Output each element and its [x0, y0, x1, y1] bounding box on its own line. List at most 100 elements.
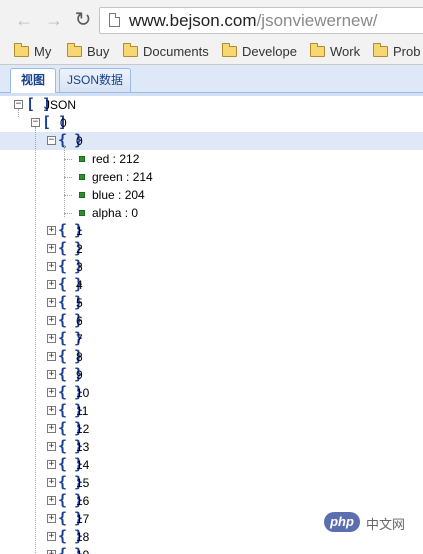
property-label: alpha : 0 [92, 206, 139, 220]
tree-node-object[interactable]: +{ } 14 [0, 456, 423, 474]
tree-node-object[interactable]: +{ } 6 [0, 312, 423, 330]
bookmark-label: Develope [242, 44, 297, 59]
tree-node-object[interactable]: +{ } 11 [0, 402, 423, 420]
address-bar[interactable]: www.bejson.com/jsonviewernew/ [99, 7, 423, 34]
node-label: 19 [76, 546, 89, 554]
bookmark-develope[interactable]: Develope [222, 42, 297, 62]
url-path: /jsonviewernew/ [256, 11, 378, 30]
expand-toggle-icon[interactable]: + [47, 316, 56, 325]
node-label: 5 [76, 296, 83, 310]
tab-view[interactable]: 视图 [10, 68, 56, 93]
folder-icon [123, 43, 138, 57]
tree-node-object[interactable]: +{ } 13 [0, 438, 423, 456]
expand-toggle-icon[interactable]: + [47, 550, 56, 554]
expand-toggle-icon[interactable]: + [47, 352, 56, 361]
node-label: 18 [76, 530, 90, 544]
expand-toggle-icon[interactable]: + [47, 496, 56, 505]
node-label: 7 [76, 332, 83, 346]
node-label: 0 [76, 134, 83, 148]
node-label: 1 [76, 224, 83, 238]
tree-node-object[interactable]: +{ } 1 [0, 222, 423, 240]
property-icon [79, 156, 85, 162]
expand-toggle-icon[interactable]: + [47, 406, 56, 415]
forward-arrow-icon[interactable]: → [44, 10, 64, 30]
expand-toggle-icon[interactable]: + [47, 532, 56, 541]
tree-node-array[interactable]: −[ ] 0 [0, 114, 423, 132]
bookmark-label: Buy [87, 44, 110, 59]
expand-toggle-icon[interactable]: + [47, 442, 56, 451]
tree-node-object[interactable]: +{ } 10 [0, 384, 423, 402]
node-label: 2 [76, 242, 83, 256]
bookmark-documents[interactable]: Documents [123, 42, 209, 62]
tree-connector [64, 213, 72, 214]
node-label: 9 [76, 368, 83, 382]
expand-toggle-icon[interactable]: + [47, 424, 56, 433]
property-icon [79, 192, 85, 198]
tree-guide-line [18, 109, 19, 117]
expand-toggle-icon[interactable]: + [47, 478, 56, 487]
node-label: JSON [44, 98, 77, 112]
bookmark-prob[interactable]: Prob [373, 42, 420, 62]
folder-icon [222, 43, 237, 57]
tree-node-object[interactable]: +{ } 4 [0, 276, 423, 294]
tree-node-object[interactable]: +{ } 3 [0, 258, 423, 276]
property-icon [79, 210, 85, 216]
bookmark-my[interactable]: My [14, 42, 51, 62]
bookmark-buy[interactable]: Buy [67, 42, 109, 62]
node-label: 16 [76, 494, 90, 508]
tree-node-object[interactable]: +{ } 2 [0, 240, 423, 258]
node-label: 17 [76, 512, 90, 526]
url-text: www.bejson.com/jsonviewernew/ [129, 11, 378, 31]
node-label: 0 [60, 116, 67, 130]
tree-node-object[interactable]: +{ }19 [0, 546, 423, 554]
expand-toggle-icon[interactable]: + [47, 244, 56, 253]
watermark-text: 中文网 [366, 517, 406, 532]
node-label: 6 [76, 314, 83, 328]
tree-node-object[interactable]: +{ } 12 [0, 420, 423, 438]
folder-icon [373, 43, 388, 57]
expand-toggle-icon[interactable]: + [47, 370, 56, 379]
expand-toggle-icon[interactable]: + [47, 460, 56, 469]
tree-connector [64, 195, 72, 196]
node-label: 15 [76, 476, 90, 490]
browser-toolbar: ← → ↻ www.bejson.com/jsonviewernew/ [0, 0, 423, 40]
tree-node-object[interactable]: +{ } 7 [0, 330, 423, 348]
reload-icon[interactable]: ↻ [73, 10, 93, 30]
expand-toggle-icon[interactable]: + [47, 298, 56, 307]
bookmark-label: My [34, 44, 52, 59]
expand-toggle-icon[interactable]: + [47, 514, 56, 523]
bookmark-label: Work [330, 44, 361, 59]
tree-node-object[interactable]: +{ } 15 [0, 474, 423, 492]
expand-toggle-icon[interactable]: + [47, 388, 56, 397]
node-label: 14 [76, 458, 90, 472]
collapse-toggle-icon[interactable]: − [47, 136, 56, 145]
page-icon [109, 13, 120, 27]
collapse-toggle-icon[interactable]: − [14, 100, 23, 109]
node-label: 8 [76, 350, 83, 364]
tree-node-object[interactable]: +{ } 5 [0, 294, 423, 312]
viewer-tabs: 视图 JSON数据 [0, 65, 423, 93]
node-label: 10 [76, 386, 90, 400]
tree-guide-line [64, 145, 65, 217]
bookmark-work[interactable]: Work [310, 42, 360, 62]
json-tree: −[ ] JSON −[ ] 0−{ } 0 red : 212 green : 214 bl… [0, 96, 423, 554]
tab-json-data[interactable]: JSON数据 [59, 68, 131, 92]
expand-toggle-icon[interactable]: + [47, 280, 56, 289]
bookmark-label: Prob [393, 44, 421, 59]
folder-icon [310, 43, 325, 57]
node-label: 11 [76, 404, 89, 418]
property-icon [79, 174, 85, 180]
back-arrow-icon[interactable]: ← [14, 10, 34, 30]
tree-node-object[interactable]: +{ } 8 [0, 348, 423, 366]
node-label: 4 [76, 278, 83, 292]
expand-toggle-icon[interactable]: + [47, 226, 56, 235]
tree-node-object[interactable]: +{ } 16 [0, 492, 423, 510]
node-label: 12 [76, 422, 90, 436]
collapse-toggle-icon[interactable]: − [31, 118, 40, 127]
tree-node-root[interactable]: −[ ] JSON [0, 96, 423, 114]
php-watermark: php 中文网 [324, 512, 420, 534]
folder-icon [67, 43, 82, 57]
expand-toggle-icon[interactable]: + [47, 334, 56, 343]
tree-node-object[interactable]: +{ } 9 [0, 366, 423, 384]
expand-toggle-icon[interactable]: + [47, 262, 56, 271]
